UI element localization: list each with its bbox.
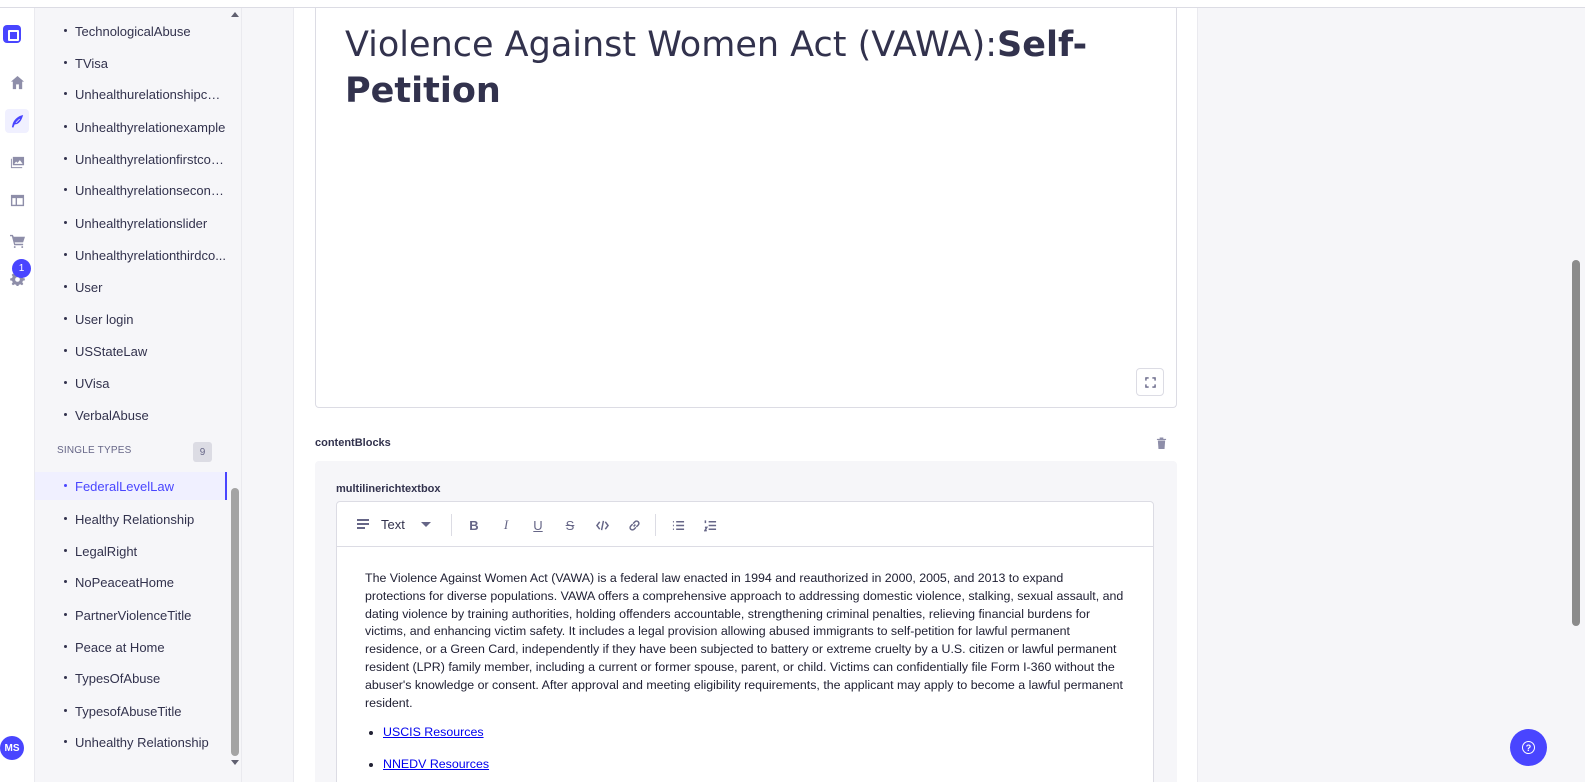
- chevron-down-icon: [420, 521, 431, 527]
- single-types-heading[interactable]: SINGLE TYPES: [57, 445, 131, 456]
- sidebar-item-usstatelaw[interactable]: USStateLaw: [35, 337, 227, 365]
- sidebar-item-unhealthyrelationfirstcon[interactable]: Unhealthyrelationfirstcon...: [35, 145, 227, 173]
- content-manager-icon[interactable]: [5, 109, 29, 133]
- sidebar-item-unhealthurelationshipcon[interactable]: Unhealthurelationshipcon...: [35, 80, 227, 108]
- scroll-up-arrow-icon[interactable]: [231, 12, 239, 17]
- bulleted-list-icon: [672, 520, 684, 530]
- sidebar-item-unhealthyrelationslider[interactable]: Unhealthyrelationslider: [35, 209, 227, 237]
- editor-paragraph[interactable]: The Violence Against Women Act (VAWA) is…: [365, 570, 1127, 712]
- sidebar-item-unhealthyrelationsecond[interactable]: Unhealthyrelationsecond...: [35, 176, 227, 204]
- sidebar-item-technological-abuse[interactable]: TechnologicalAbuse: [35, 17, 227, 45]
- content-blocks-area: multilinerichtextbox Text B I U S The Vi…: [315, 461, 1177, 782]
- uscis-resources-link[interactable]: USCIS Resources: [383, 725, 484, 739]
- sidebar-item-unhealthy-relationship[interactable]: Unhealthy Relationship: [35, 728, 227, 756]
- sidebar-item-nopeaceathome[interactable]: NoPeaceatHome: [35, 568, 227, 596]
- sidebar-item-peace-at-home[interactable]: Peace at Home: [35, 633, 227, 661]
- sidebar-item-user[interactable]: User: [35, 273, 227, 301]
- page-scrollbar[interactable]: [1567, 8, 1585, 782]
- numbered-list-icon: [703, 519, 716, 531]
- toolbar-divider: [451, 514, 452, 536]
- content-type-builder-icon[interactable]: [5, 188, 29, 212]
- strikethrough-icon: S: [565, 517, 575, 533]
- bulleted-list-button[interactable]: [667, 514, 689, 536]
- sidebar-item-uvisa[interactable]: UVisa: [35, 369, 227, 397]
- media-library-icon[interactable]: [5, 149, 29, 173]
- link-button[interactable]: [623, 514, 645, 536]
- page-scrollbar-thumb[interactable]: [1572, 260, 1580, 626]
- block-type-select[interactable]: Text: [357, 514, 431, 534]
- sidebar-item-unhealthyrelationthirdco[interactable]: Unhealthyrelationthirdco...: [35, 241, 227, 269]
- sidebar-item-typesofabuse[interactable]: TypesOfAbuse: [35, 664, 227, 692]
- title-rich-text-field[interactable]: Violence Against Women Act (VAWA):Self-P…: [315, 8, 1177, 408]
- sidebar-scrollbar-thumb[interactable]: [231, 488, 239, 756]
- sidebar-item-legalright[interactable]: LegalRight: [35, 537, 227, 565]
- question-icon: ?: [1522, 741, 1535, 754]
- block-type-value: Text: [381, 516, 405, 532]
- paragraph-icon: [357, 519, 369, 529]
- logo-icon[interactable]: [3, 25, 21, 43]
- expand-editor-button[interactable]: [1136, 368, 1164, 396]
- link-icon: [628, 519, 640, 531]
- collection-sidebar: TechnologicalAbuse TVisa Unhealthurelati…: [35, 8, 242, 782]
- notification-badge: 1: [12, 259, 31, 278]
- home-icon[interactable]: [5, 70, 29, 94]
- italic-icon: I: [503, 517, 509, 532]
- edit-form-card: Violence Against Women Act (VAWA):Self-P…: [293, 8, 1198, 782]
- toolbar-divider: [655, 514, 656, 536]
- sidebar-item-typesofabusetitle[interactable]: TypesofAbuseTitle: [35, 697, 227, 725]
- sidebar-item-tvisa[interactable]: TVisa: [35, 49, 227, 77]
- resource-links-list: USCIS Resources NNEDV Resources: [365, 724, 1127, 774]
- expand-icon: [1144, 376, 1156, 388]
- code-icon: [595, 520, 609, 530]
- numbered-list-button[interactable]: [699, 514, 721, 536]
- sidebar-scrollbar[interactable]: [229, 8, 241, 782]
- nnedv-resources-link[interactable]: NNEDV Resources: [383, 757, 489, 771]
- sidebar-item-user-login[interactable]: User login: [35, 305, 227, 333]
- bold-icon: B: [469, 517, 479, 533]
- sidebar-item-unhealthyrelationexample[interactable]: Unhealthyrelationexample: [35, 113, 227, 141]
- bold-button[interactable]: B: [463, 514, 485, 536]
- sidebar-item-federallevellaw[interactable]: FederalLevelLaw: [35, 472, 227, 500]
- underline-icon: U: [533, 517, 543, 533]
- editor-content[interactable]: The Violence Against Women Act (VAWA) is…: [365, 570, 1127, 782]
- help-button[interactable]: ?: [1510, 729, 1547, 766]
- title-field-content[interactable]: Violence Against Women Act (VAWA):Self-P…: [345, 22, 1105, 114]
- sidebar-item-healthy-relationship[interactable]: Healthy Relationship: [35, 505, 227, 533]
- rich-text-editor[interactable]: Text B I U S The Violence Against Women …: [336, 501, 1154, 782]
- trash-icon: [1156, 437, 1166, 449]
- main-nav-rail: 1 MS: [0, 8, 35, 782]
- underline-button[interactable]: U: [527, 514, 549, 536]
- multiline-rich-textbox-label: multilinerichtextbox: [336, 483, 441, 495]
- delete-content-blocks-button[interactable]: [1154, 436, 1168, 450]
- italic-button[interactable]: I: [495, 514, 517, 536]
- user-avatar[interactable]: MS: [0, 736, 24, 760]
- list-item: USCIS Resources: [383, 724, 1127, 742]
- title-text-normal: Violence Against Women Act (VAWA):: [345, 25, 998, 65]
- edit-view: Violence Against Women Act (VAWA):Self-P…: [242, 8, 1567, 782]
- marketplace-icon[interactable]: [5, 228, 29, 252]
- editor-toolbar: Text B I U S: [337, 502, 1153, 547]
- sidebar-item-partnerviolencetitle[interactable]: PartnerViolenceTitle: [35, 601, 227, 629]
- sidebar-item-verbalabuse[interactable]: VerbalAbuse: [35, 401, 227, 429]
- code-button[interactable]: [591, 514, 613, 536]
- list-item: NNEDV Resources: [383, 756, 1127, 774]
- strikethrough-button[interactable]: S: [559, 514, 581, 536]
- single-types-count: 9: [193, 442, 212, 462]
- content-blocks-label: contentBlocks: [315, 437, 391, 449]
- top-bar: [0, 0, 1585, 8]
- scroll-down-arrow-icon[interactable]: [231, 760, 239, 765]
